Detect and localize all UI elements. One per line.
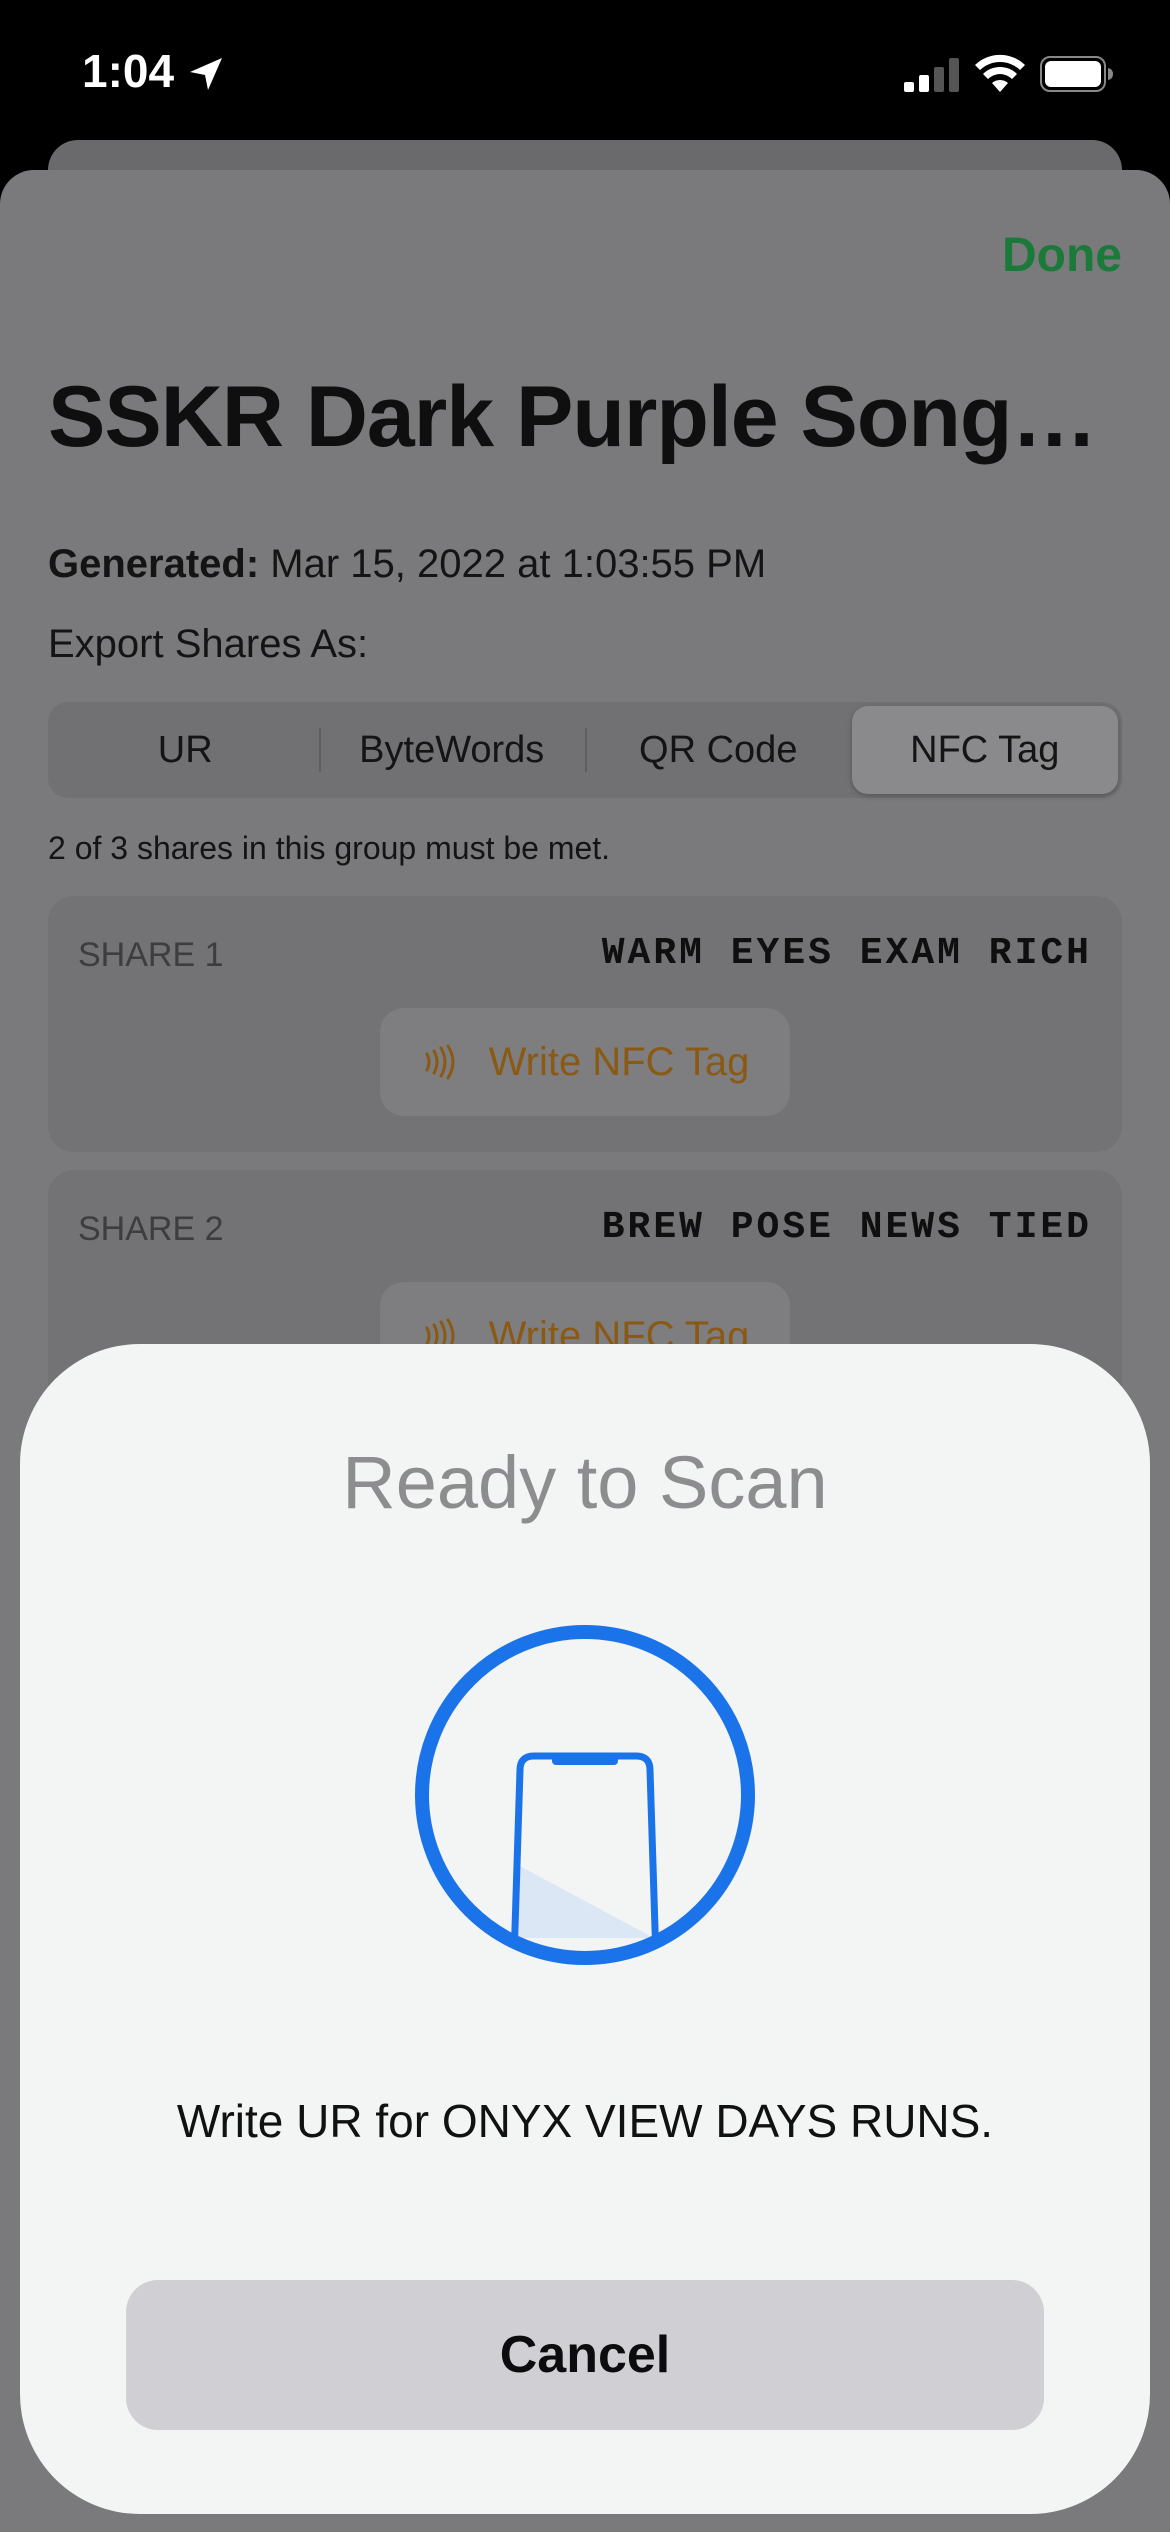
nfc-icon <box>425 1044 455 1080</box>
done-button[interactable]: Done <box>1002 228 1122 283</box>
nfc-scan-modal: Ready to Scan Write UR for ONYX VIEW DAY… <box>20 1344 1150 2514</box>
status-bar: 1:04 <box>0 0 1170 150</box>
modal-message: Write UR for ONYX VIEW DAYS RUNS. <box>176 2095 994 2147</box>
threshold-text: 2 of 3 shares in this group must be met. <box>48 830 611 866</box>
phone-scan-icon <box>415 1625 755 1965</box>
page-title: SSKR Dark Purple Song… <box>48 369 1097 465</box>
wifi-icon <box>975 54 1025 92</box>
status-time: 1:04 <box>82 45 175 97</box>
generated-value: Mar 15, 2022 at 1:03:55 PM <box>270 542 767 586</box>
cellular-signal-icon <box>904 58 959 92</box>
segment-label: NFC Tag <box>910 728 1060 771</box>
segment-label: QR Code <box>639 728 798 771</box>
share-label: SHARE 1 <box>78 936 224 974</box>
cancel-button[interactable]: Cancel <box>126 2280 1044 2430</box>
export-format-segmented-control: UR ByteWords QR Code NFC Tag <box>48 702 1122 798</box>
share-card-1: SHARE 1 WARM EYES EXAM RICH Write NFC Ta… <box>48 896 1122 1152</box>
share-label: SHARE 2 <box>78 1210 224 1248</box>
segment-ur[interactable]: UR <box>52 706 319 794</box>
segment-label: UR <box>157 728 213 771</box>
battery-icon <box>1040 56 1113 92</box>
generated-date: Generated: Mar 15, 2022 at 1:03:55 PM <box>48 542 766 587</box>
segment-nfc-tag[interactable]: NFC Tag <box>851 706 1118 794</box>
segment-bytewords[interactable]: ByteWords <box>318 706 586 794</box>
modal-title: Ready to Scan <box>342 1441 828 1524</box>
export-label: Export Shares As: <box>48 622 369 666</box>
segment-qr-code[interactable]: QR Code <box>585 706 852 794</box>
generated-label: Generated: <box>48 542 260 586</box>
share-words: WARM EYES EXAM RICH <box>601 932 1092 975</box>
write-nfc-tag-label: Write NFC Tag <box>488 1039 750 1084</box>
write-nfc-tag-button[interactable]: Write NFC Tag <box>380 1008 790 1116</box>
share-words: BREW POSE NEWS TIED <box>601 1206 1092 1249</box>
location-arrow-icon <box>190 58 222 90</box>
segment-label: ByteWords <box>359 728 545 771</box>
